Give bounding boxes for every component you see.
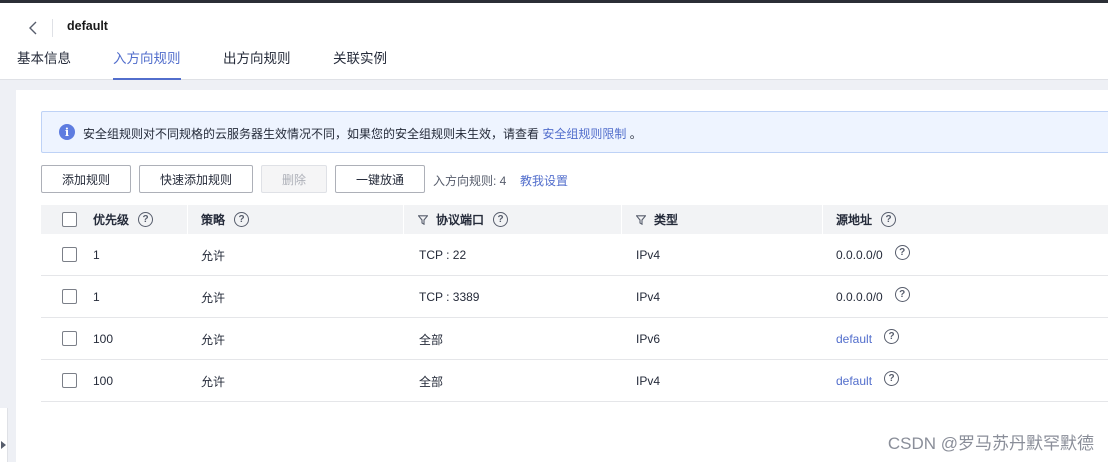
cell-policy: 允许 — [201, 374, 226, 389]
header-source: 源地址 ? — [836, 205, 897, 234]
help-icon[interactable]: ? — [894, 287, 910, 302]
page-title: default — [67, 19, 108, 33]
rule-count: 入方向规则: 4 — [433, 174, 507, 188]
cell-type: IPv4 — [636, 374, 661, 388]
cell-priority: 100 — [93, 374, 114, 388]
cell-source: default? — [836, 360, 900, 402]
column-divider — [187, 205, 188, 234]
rule-limit-link[interactable]: 安全组规则限制 — [542, 127, 626, 141]
help-icon[interactable]: ? — [881, 212, 897, 227]
info-icon: i — [59, 124, 75, 140]
header-policy-label: 策略 — [201, 213, 226, 227]
help-icon[interactable]: ? — [894, 245, 910, 260]
cell-source: default? — [836, 318, 900, 360]
row-checkbox[interactable] — [62, 289, 77, 304]
header-policy: 策略 ? — [201, 205, 250, 234]
column-divider — [403, 205, 404, 234]
back-button[interactable] — [22, 17, 44, 39]
title-divider — [52, 19, 53, 37]
tab-associated-instances[interactable]: 关联实例 — [333, 49, 387, 80]
one-click-allow-button[interactable]: 一键放通 — [335, 165, 425, 193]
header-priority: 优先级 ? — [93, 205, 154, 234]
select-all-checkbox[interactable] — [62, 212, 77, 227]
quick-add-rule-button[interactable]: 快速添加规则 — [139, 165, 253, 193]
cell-policy: 允许 — [201, 290, 226, 305]
header-protocol-port-label: 协议端口 — [436, 213, 485, 227]
cell-priority: 1 — [93, 290, 100, 304]
cell-type: IPv4 — [636, 290, 661, 304]
source-address: 0.0.0.0/0 — [836, 248, 883, 262]
help-icon[interactable]: ? — [884, 329, 900, 344]
table-row: 1 允许 TCP : 22 IPv4 0.0.0.0/0? — [41, 234, 1108, 276]
cell-policy: 允许 — [201, 332, 226, 347]
watermark: CSDN @罗马苏丹默罕默德 — [887, 434, 1094, 453]
filter-icon[interactable] — [418, 214, 428, 225]
side-panel-toggle[interactable] — [0, 408, 8, 462]
cell-protocol-port: TCP : 3389 — [419, 290, 480, 304]
column-divider — [822, 205, 823, 234]
add-rule-button[interactable]: 添加规则 — [41, 165, 131, 193]
teach-me-link[interactable]: 教我设置 — [520, 172, 568, 189]
filter-icon[interactable] — [636, 214, 646, 225]
help-icon[interactable]: ? — [234, 212, 250, 227]
row-checkbox[interactable] — [62, 247, 77, 262]
help-icon[interactable]: ? — [138, 212, 154, 227]
cell-type: IPv6 — [636, 332, 661, 346]
cell-type: IPv4 — [636, 248, 661, 262]
source-address: 0.0.0.0/0 — [836, 290, 883, 304]
header-priority-label: 优先级 — [93, 213, 130, 227]
source-group-link[interactable]: default — [836, 374, 872, 388]
row-checkbox[interactable] — [62, 331, 77, 346]
tab-basic-info[interactable]: 基本信息 — [17, 49, 71, 80]
table-row: 100 允许 全部 IPv4 default? — [41, 360, 1108, 402]
delete-button[interactable]: 删除 — [261, 165, 327, 193]
cell-source: 0.0.0.0/0? — [836, 234, 910, 276]
notice-text: 安全组规则对不同规格的云服务器生效情况不同，如果您的安全组规则未生效，请查看 安… — [83, 125, 642, 142]
table-header: 优先级 ? 策略 ? 协议端口 ? 类型 源地址 ? — [41, 205, 1108, 234]
help-icon[interactable]: ? — [884, 371, 900, 386]
header-protocol-port: 协议端口 ? — [418, 205, 509, 234]
info-notice: i 安全组规则对不同规格的云服务器生效情况不同，如果您的安全组规则未生效，请查看… — [41, 111, 1108, 153]
cell-priority: 1 — [93, 248, 100, 262]
tab-outbound-rules[interactable]: 出方向规则 — [223, 49, 291, 80]
cell-protocol-port: 全部 — [419, 332, 444, 347]
notice-suffix: 。 — [629, 127, 642, 141]
notice-message: 安全组规则对不同规格的云服务器生效情况不同，如果您的安全组规则未生效，请查看 — [83, 127, 540, 141]
row-checkbox[interactable] — [62, 373, 77, 388]
chevron-left-icon — [29, 21, 37, 35]
header-type-label: 类型 — [654, 213, 679, 227]
cell-protocol-port: TCP : 22 — [419, 248, 467, 262]
cell-source: 0.0.0.0/0? — [836, 276, 910, 318]
table-row: 1 允许 TCP : 3389 IPv4 0.0.0.0/0? — [41, 276, 1108, 318]
cell-policy: 允许 — [201, 248, 226, 263]
tab-inbound-rules[interactable]: 入方向规则 — [113, 49, 181, 80]
header-type: 类型 — [636, 205, 678, 234]
page-header: default 基本信息 入方向规则 出方向规则 关联实例 — [0, 3, 1108, 80]
source-group-link[interactable]: default — [836, 332, 872, 346]
cell-priority: 100 — [93, 332, 114, 346]
header-source-label: 源地址 — [836, 213, 873, 227]
help-icon[interactable]: ? — [493, 212, 509, 227]
table-row: 100 允许 全部 IPv6 default? — [41, 318, 1108, 360]
column-divider — [621, 205, 622, 234]
cell-protocol-port: 全部 — [419, 374, 444, 389]
expand-arrow-icon[interactable] — [1, 441, 6, 449]
